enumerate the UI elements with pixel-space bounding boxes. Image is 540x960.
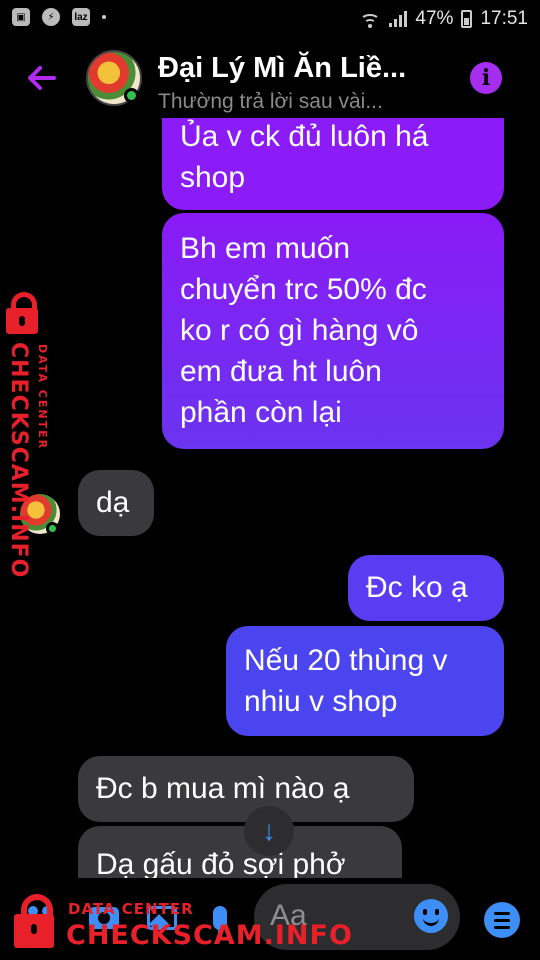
message-bubble-outgoing[interactable]: Nếu 20 thùng v nhiu v shop: [226, 626, 504, 736]
clock: 17:51: [480, 8, 528, 29]
message-line: Đc b mua mì nào ạ: [96, 772, 350, 805]
message-line: dạ: [96, 486, 130, 519]
scroll-to-bottom-button[interactable]: ↓: [244, 806, 294, 856]
watermark-small-text: DATA CENTER: [68, 900, 194, 918]
emoji-icon[interactable]: [414, 899, 448, 933]
watermark-small-text: DATA CENTER: [36, 344, 49, 451]
watermark-big-text: CHECKSCAM.INFO: [6, 342, 31, 579]
arrow-down-icon: ↓: [262, 815, 276, 846]
info-icon[interactable]: i: [470, 62, 502, 94]
battery-icon: [461, 10, 473, 28]
more-notifications-dot: [102, 15, 106, 19]
wifi-icon: [359, 10, 381, 28]
contact-name[interactable]: Đại Lý Mì Ăn Liề...: [158, 52, 406, 85]
back-arrow-icon[interactable]: [24, 60, 60, 96]
message-line: Đc ko ạ: [366, 571, 468, 604]
message-bubble-outgoing[interactable]: Đc ko ạ: [348, 555, 504, 621]
message-line: Bh em muốn: [180, 232, 351, 265]
conversation-header: Đại Lý Mì Ăn Liề... Thường trả lời sau v…: [0, 40, 540, 118]
message-line: Dạ gấu đỏ sợi phở: [96, 848, 346, 878]
message-line: ko r có gì hàng vô: [180, 314, 419, 347]
message-bubble-outgoing[interactable]: Ủa v ck đủ luôn há shop: [162, 118, 504, 210]
system-status: 47% 17:51: [359, 8, 528, 30]
lazada-icon: laz: [72, 8, 90, 26]
battery-percent: 47%: [415, 8, 454, 29]
response-time-note: Thường trả lời sau vài...: [158, 90, 383, 113]
watermark-side: CHECKSCAM.INFO DATA CENTER: [2, 290, 62, 578]
notification-icons: ▣ ⚡ laz: [12, 8, 106, 26]
messenger-icon: ⚡: [42, 8, 60, 26]
message-line: em đưa ht luôn: [180, 355, 382, 388]
status-bar: ▣ ⚡ laz 47% 17:51: [0, 0, 540, 38]
lock-icon: [6, 292, 38, 334]
signal-icon: [389, 11, 408, 27]
message-bubble-outgoing[interactable]: Bh em muốn chuyển trc 50% đc ko r có gì …: [162, 213, 504, 449]
online-status-dot: [124, 88, 139, 103]
watermark-bottom: DATA CENTER CHECKSCAM.INFO: [4, 884, 352, 958]
menu-icon[interactable]: [484, 902, 520, 938]
message-line: chuyển trc 50% đc: [180, 273, 427, 306]
lock-icon: [14, 894, 54, 948]
gallery-icon: ▣: [12, 8, 30, 26]
message-line: Ủa v ck đủ luôn há: [180, 120, 429, 153]
message-list[interactable]: Ủa v ck đủ luôn há shop Bh em muốn chuyể…: [0, 118, 540, 878]
message-line: shop: [180, 161, 246, 194]
message-line: phần còn lại: [180, 396, 342, 429]
message-line: nhiu v shop: [244, 685, 398, 718]
message-line: Nếu 20 thùng v: [244, 644, 448, 677]
message-bubble-incoming[interactable]: Dạ gấu đỏ sợi phở: [78, 826, 402, 878]
message-bubble-incoming[interactable]: dạ: [78, 470, 154, 536]
watermark-big-text: CHECKSCAM.INFO: [66, 920, 353, 951]
message-bubble-incoming[interactable]: Đc b mua mì nào ạ: [78, 756, 414, 822]
